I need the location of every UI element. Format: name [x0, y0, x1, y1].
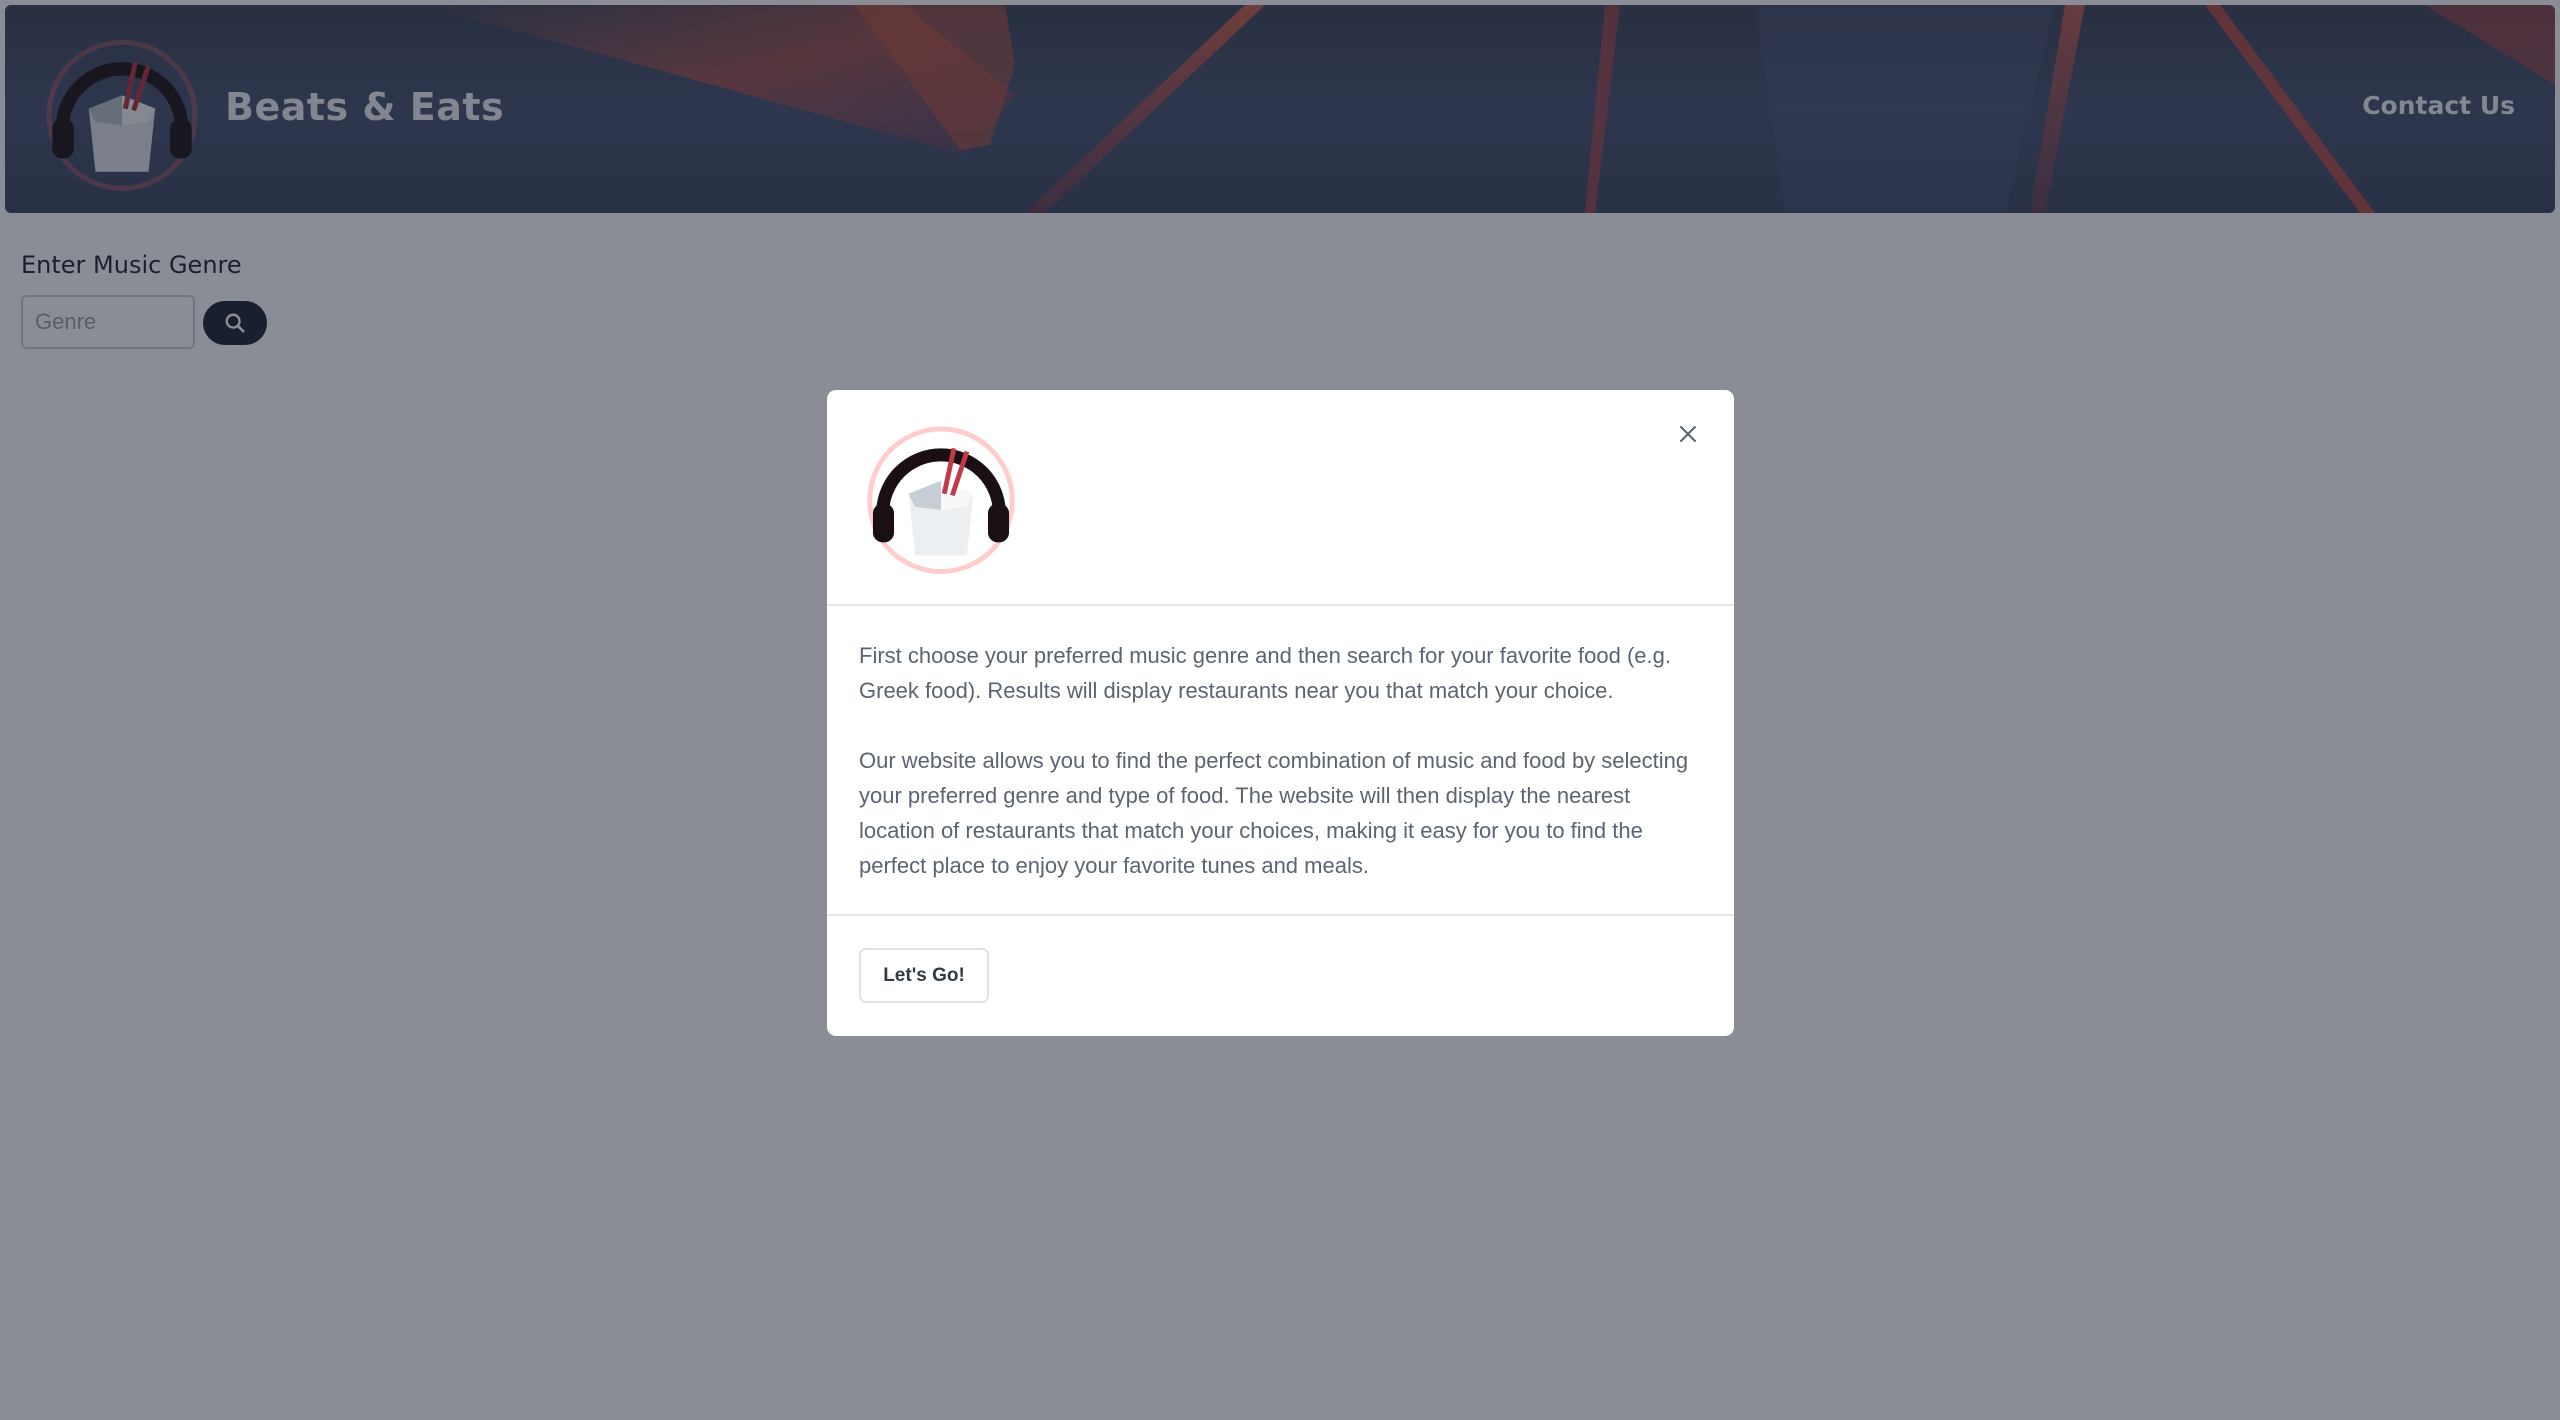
welcome-modal: First choose your preferred music genre … — [827, 390, 1734, 1036]
modal-body: First choose your preferred music genre … — [859, 638, 1704, 918]
modal-description-text: Our website allows you to find the perfe… — [859, 748, 1689, 878]
modal-footer-divider — [827, 914, 1734, 916]
modal-close-button[interactable] — [1670, 416, 1706, 452]
modal-logo-icon — [867, 426, 1015, 574]
page: Beats & Eats Contact Us Enter Music Genr… — [0, 0, 2560, 1420]
close-icon — [1680, 426, 1696, 442]
modal-header — [827, 390, 1734, 606]
modal-instructions-text: First choose your preferred music genre … — [859, 643, 1671, 703]
lets-go-button[interactable]: Let's Go! — [859, 948, 989, 1003]
